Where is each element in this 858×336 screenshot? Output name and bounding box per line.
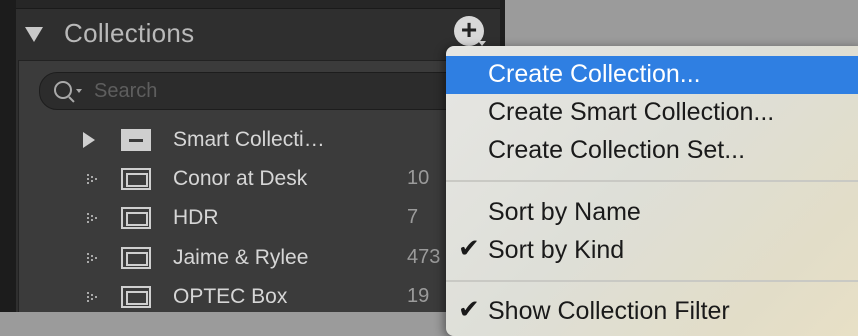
collection-row[interactable]: Jaime & Rylee 473	[19, 240, 501, 278]
menu-item-label: Create Smart Collection...	[488, 98, 775, 126]
menu-separator	[446, 180, 858, 182]
photo-count: 473	[407, 246, 441, 268]
collection-label: Conor at Desk	[173, 167, 308, 190]
collections-panel: Collections + Smart Collecti…	[0, 0, 505, 312]
collection-label: Jaime & Rylee	[173, 246, 309, 269]
expand-triangle-icon[interactable]	[83, 132, 95, 148]
collection-row[interactable]: HDR 7	[19, 200, 501, 238]
search-options-caret-icon[interactable]	[76, 89, 82, 93]
collection-row[interactable]: Conor at Desk 10	[19, 161, 501, 199]
collection-label: OPTEC Box	[173, 285, 288, 308]
menu-item-label: Create Collection Set...	[488, 136, 746, 164]
collections-list: Smart Collecti… Conor at Desk 10 HDR	[18, 60, 501, 312]
collection-row[interactable]: OPTEC Box 19	[19, 279, 501, 312]
search-field[interactable]	[39, 72, 481, 110]
collection-label: Smart Collecti…	[173, 128, 325, 151]
photo-count: 7	[407, 206, 419, 228]
photo-count: 10	[407, 167, 430, 189]
checkmark-icon: ✔	[458, 234, 480, 264]
photo-count: 19	[407, 285, 430, 307]
menu-item-create-collection[interactable]: Create Collection...	[446, 56, 858, 94]
menu-separator	[446, 280, 858, 282]
drag-handle-icon[interactable]	[87, 174, 99, 186]
drag-handle-icon[interactable]	[87, 253, 99, 265]
add-collection-menu: Create Collection... Create Smart Collec…	[446, 46, 858, 336]
collections-header[interactable]: Collections +	[16, 10, 500, 58]
menu-item-create-collection-set[interactable]: Create Collection Set...	[446, 132, 858, 170]
menu-item-label: Create Collection...	[488, 60, 701, 88]
search-icon[interactable]	[54, 81, 72, 99]
menu-item-show-collection-filter[interactable]: ✔ Show Collection Filter	[446, 293, 858, 331]
menu-item-label: Sort by Name	[488, 198, 641, 226]
drag-handle-icon[interactable]	[87, 213, 99, 225]
smart-collection-set-icon	[121, 129, 153, 153]
section-title: Collections	[64, 18, 195, 48]
search-input[interactable]	[92, 77, 476, 105]
collection-icon	[121, 168, 153, 192]
menu-item-label: Sort by Kind	[488, 236, 625, 264]
drag-handle-icon[interactable]	[87, 292, 99, 304]
panel-left-edge	[0, 0, 16, 312]
checkmark-icon: ✔	[458, 295, 480, 325]
collection-icon	[121, 207, 153, 231]
collection-set-row[interactable]: Smart Collecti…	[19, 122, 501, 160]
menu-item-create-smart-collection[interactable]: Create Smart Collection...	[446, 94, 858, 132]
collection-icon	[121, 286, 153, 310]
collapse-triangle-icon[interactable]	[25, 27, 43, 42]
menu-item-sort-by-kind[interactable]: ✔ Sort by Kind	[446, 232, 858, 270]
panel-top-strip	[16, 0, 505, 9]
collection-icon	[121, 247, 153, 271]
menu-item-sort-by-name[interactable]: Sort by Name	[446, 194, 858, 232]
collection-label: HDR	[173, 206, 219, 229]
